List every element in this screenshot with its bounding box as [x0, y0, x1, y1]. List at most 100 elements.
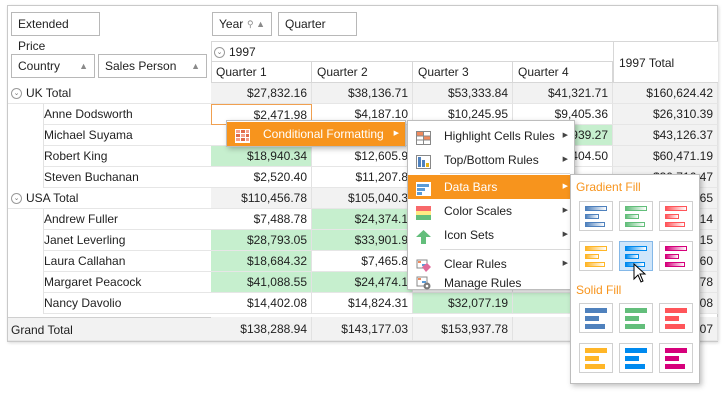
collapse-icon[interactable]: ⌄	[11, 193, 22, 205]
solid-data-bar-option[interactable]	[659, 303, 693, 333]
data-bar-swatch	[585, 308, 607, 313]
row-field-sales-person[interactable]: Sales Person ▲	[98, 54, 207, 78]
row-field-country[interactable]: Country ▲	[11, 54, 95, 78]
data-bars-gallery: Gradient Fill Solid Fill	[570, 174, 700, 384]
quarter-header[interactable]: Quarter 2	[312, 62, 413, 83]
row-field-sales-person-label: Sales Person	[105, 59, 177, 73]
eraser-icon	[416, 257, 431, 272]
value-cell[interactable]: $143,177.03	[312, 317, 413, 341]
data-bar-swatch	[625, 324, 645, 329]
value-cell[interactable]: $33,901.9	[312, 230, 413, 251]
data-bar-swatch	[585, 348, 607, 353]
gradient-data-bar-option[interactable]	[579, 201, 613, 231]
year-total-cell[interactable]: $60,471.19	[613, 146, 718, 167]
menu-item-highlight-cells-rules[interactable]: Highlight Cells Rules ▶	[408, 124, 574, 148]
sort-asc-icon[interactable]: ▲	[191, 55, 200, 77]
row-header-person[interactable]: Janet Leverling	[44, 230, 211, 251]
row-header-person[interactable]: Andrew Fuller	[44, 209, 211, 230]
value-cell[interactable]: $110,456.78	[211, 188, 312, 209]
row-header-person[interactable]: Michael Suyama	[44, 125, 211, 146]
menu-item-data-bars[interactable]: Data Bars ▶	[408, 175, 574, 199]
sort-asc-icon[interactable]: ▲	[79, 55, 88, 77]
data-bar-swatch	[665, 214, 679, 219]
year-total-cell[interactable]: $26,310.39	[613, 104, 718, 125]
value-cell[interactable]: $41,088.55	[211, 272, 312, 293]
gradient-data-bar-option[interactable]	[659, 201, 693, 231]
row-indent	[8, 209, 44, 230]
data-bar-swatch	[625, 254, 639, 259]
row-header-person[interactable]: Margaret Peacock	[44, 272, 211, 293]
row-label: Steven Buchanan	[44, 170, 139, 184]
solid-data-bar-option[interactable]	[579, 303, 613, 333]
value-cell[interactable]: $105,040.3	[312, 188, 413, 209]
data-field-extended-price[interactable]: Extended Price	[11, 12, 100, 53]
solid-data-bar-option[interactable]	[659, 343, 693, 373]
menu-item-manage-rules[interactable]: Manage Rules	[408, 276, 574, 290]
row-header-person[interactable]: Nancy Davolio	[44, 293, 211, 314]
row-label: Laura Callahan	[44, 254, 126, 268]
menu-item-label: Highlight Cells Rules	[444, 129, 555, 143]
gradient-data-bar-option[interactable]	[619, 201, 653, 231]
menu-item-top-bottom-rules[interactable]: Top/Bottom Rules ▶	[408, 148, 574, 172]
value-cell[interactable]: $38,136.71	[312, 83, 413, 104]
column-field-year[interactable]: Year ⚲ ▲	[212, 12, 272, 36]
solid-data-bar-option[interactable]	[619, 343, 653, 373]
value-cell[interactable]: $7,465.8	[312, 251, 413, 272]
value-cell[interactable]: $53,333.84	[413, 83, 513, 104]
menu-item-conditional-formatting[interactable]: Conditional Formatting ▶	[227, 122, 405, 146]
data-bar-swatch	[625, 308, 647, 313]
row-header-person[interactable]: Steven Buchanan	[44, 167, 211, 188]
row-header-country-total[interactable]: ⌄ USA Total	[8, 188, 211, 209]
menu-item-icon-sets[interactable]: Icon Sets ▶	[408, 223, 574, 247]
row-header-person[interactable]: Robert King	[44, 146, 211, 167]
value-cell[interactable]: $32,077.19	[413, 293, 513, 314]
column-field-quarter[interactable]: Quarter	[278, 12, 357, 36]
row-indent	[8, 293, 44, 314]
submenu-arrow-icon: ▶	[393, 130, 399, 137]
solid-data-bar-option[interactable]	[619, 303, 653, 333]
value-cell[interactable]: $41,321.71	[513, 83, 613, 104]
row-header-person[interactable]: Anne Dodsworth	[44, 104, 211, 125]
mouse-cursor-icon	[633, 262, 647, 283]
data-bar-swatch	[585, 316, 599, 321]
value-cell[interactable]: $14,824.31	[312, 293, 413, 314]
value-cell[interactable]: $2,520.40	[211, 167, 312, 188]
menu-item-clear-rules[interactable]: Clear Rules ▶	[408, 252, 574, 276]
value-cell[interactable]: $18,684.32	[211, 251, 312, 272]
value-cell[interactable]: $138,288.94	[211, 317, 312, 341]
value-cell[interactable]: $24,474.1	[312, 272, 413, 293]
collapse-icon[interactable]: ⌄	[11, 88, 22, 100]
data-bar-swatch	[585, 222, 605, 227]
value-cell[interactable]: $18,940.34	[211, 146, 312, 167]
value-cell[interactable]: $7,488.78	[211, 209, 312, 230]
value-cell[interactable]: $28,793.05	[211, 230, 312, 251]
gradient-data-bar-option[interactable]	[579, 241, 613, 271]
value-cell[interactable]: $11,207.8	[312, 167, 413, 188]
quarter-header[interactable]: Quarter 3	[413, 62, 513, 83]
icon-sets-icon	[416, 228, 431, 244]
data-bar-swatch	[625, 316, 639, 321]
menu-item-label: Icon Sets	[444, 228, 495, 242]
year-header[interactable]: ⌄ 1997	[211, 41, 613, 62]
row-header-person[interactable]: Laura Callahan	[44, 251, 211, 272]
year-total-cell[interactable]: $160,624.42	[613, 83, 718, 104]
gradient-data-bar-option[interactable]	[659, 241, 693, 271]
menu-item-label: Manage Rules	[444, 276, 522, 290]
menu-item-color-scales[interactable]: Color Scales ▶	[408, 199, 574, 223]
row-label: Robert King	[44, 149, 108, 163]
row-header-grand-total[interactable]: Grand Total	[8, 317, 211, 341]
value-cell[interactable]: $14,402.08	[211, 293, 312, 314]
value-cell[interactable]: $24,374.1	[312, 209, 413, 230]
data-bar-swatch	[625, 222, 645, 227]
row-header-country-total[interactable]: ⌄ UK Total	[8, 83, 211, 104]
solid-data-bar-option[interactable]	[579, 343, 613, 373]
data-bar-swatch	[585, 324, 605, 329]
collapse-icon[interactable]: ⌄	[214, 47, 225, 59]
year-total-cell[interactable]: $43,126.37	[613, 125, 718, 146]
quarter-header[interactable]: Quarter 1	[211, 62, 312, 83]
value-cell[interactable]: $12,605.9	[312, 146, 413, 167]
quarter-header[interactable]: Quarter 4	[513, 62, 613, 83]
value-cell[interactable]: $27,832.16	[211, 83, 312, 104]
filter-sort-icon[interactable]: ⚲ ▲	[247, 13, 265, 35]
value-cell[interactable]: $153,937.78	[413, 317, 513, 341]
